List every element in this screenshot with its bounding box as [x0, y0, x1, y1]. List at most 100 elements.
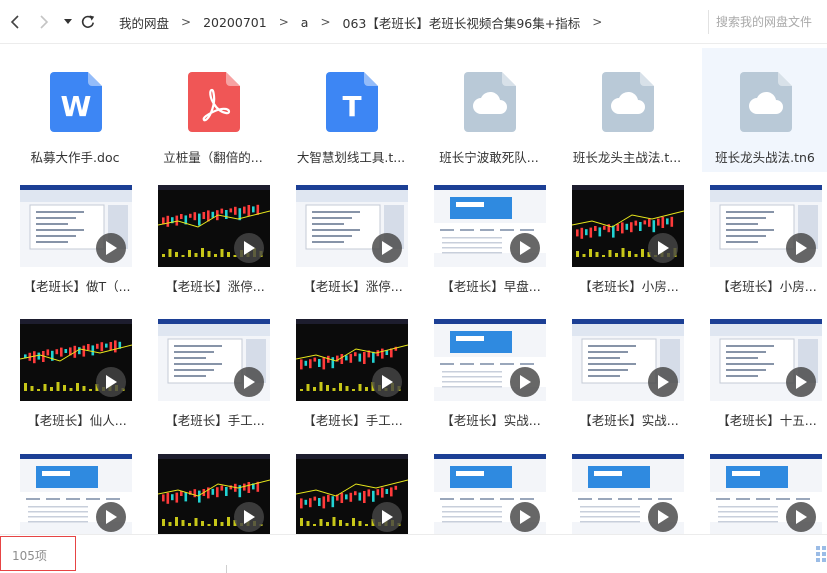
- play-button[interactable]: [372, 233, 402, 263]
- video-tile[interactable]: 【老班长】做T（...: [7, 183, 133, 307]
- play-icon: [382, 241, 393, 255]
- video-tile[interactable]: [7, 452, 133, 534]
- video-thumbnail: [158, 185, 270, 267]
- play-button[interactable]: [786, 367, 816, 397]
- play-icon: [106, 375, 117, 389]
- video-name-label: 【老班长】涨停...: [303, 279, 403, 294]
- file-tile[interactable]: 班长宁波敢死队...: [426, 48, 552, 172]
- video-tile[interactable]: 【老班长】小房...: [559, 183, 685, 307]
- play-icon: [244, 241, 255, 255]
- item-count: 105项: [12, 549, 47, 563]
- video-name-label: 【老班长】早盘...: [441, 279, 541, 294]
- file-tile[interactable]: 班长龙头主战法.t...: [564, 48, 690, 172]
- play-button[interactable]: [510, 367, 540, 397]
- play-icon: [796, 241, 807, 255]
- video-tile[interactable]: 【老班长】实战...: [421, 317, 547, 441]
- play-button[interactable]: [372, 367, 402, 397]
- play-button[interactable]: [372, 502, 402, 532]
- forward-button[interactable]: [34, 11, 54, 33]
- file-tile[interactable]: 立桩量（翻倍的...: [150, 48, 276, 172]
- play-button[interactable]: [648, 233, 678, 263]
- video-tile[interactable]: [421, 452, 547, 534]
- chevron-left-icon: [10, 15, 19, 29]
- video-thumbnail: [710, 185, 822, 267]
- video-tile[interactable]: [697, 452, 823, 534]
- video-thumbnail: [296, 319, 408, 401]
- divider: [226, 565, 227, 573]
- play-button[interactable]: [510, 233, 540, 263]
- video-thumbnail: [158, 454, 270, 534]
- breadcrumb-separator: >: [320, 15, 331, 29]
- play-button[interactable]: [96, 367, 126, 397]
- file-tile[interactable]: 班长龙头战法.tn6: [702, 48, 827, 172]
- video-thumbnail: [434, 319, 546, 401]
- video-tile[interactable]: 【老班长】涨停...: [145, 183, 271, 307]
- refresh-icon: [81, 15, 95, 28]
- video-name-label: 【老班长】实战...: [441, 413, 541, 428]
- cloud-file-icon: [464, 72, 516, 132]
- text-file-icon: T: [326, 72, 378, 132]
- video-tile[interactable]: 【老班长】手工...: [283, 317, 409, 441]
- file-name-label: 大智慧划线工具.t...: [296, 150, 406, 165]
- video-tile[interactable]: [283, 452, 409, 534]
- video-thumbnail: [20, 319, 132, 401]
- breadcrumb-item-20200701[interactable]: 20200701: [196, 15, 274, 30]
- back-button[interactable]: [5, 11, 25, 33]
- video-tile[interactable]: [145, 452, 271, 534]
- video-name-label: 【老班长】十五...: [717, 413, 817, 428]
- search-input[interactable]: [716, 10, 824, 34]
- video-thumbnail: [434, 185, 546, 267]
- video-tile[interactable]: [559, 452, 685, 534]
- video-thumbnail: [20, 454, 132, 534]
- item-count-highlight: 105项: [0, 536, 76, 571]
- play-icon: [520, 241, 531, 255]
- play-button[interactable]: [96, 233, 126, 263]
- video-name-label: 【老班长】实战...: [579, 413, 679, 428]
- svg-text:W: W: [61, 90, 92, 123]
- play-icon: [106, 241, 117, 255]
- video-thumbnail: [710, 319, 822, 401]
- video-tile[interactable]: 【老班长】小房...: [697, 183, 823, 307]
- video-tile[interactable]: 【老班长】早盘...: [421, 183, 547, 307]
- play-button[interactable]: [786, 502, 816, 532]
- play-icon: [658, 375, 669, 389]
- toolbar-divider: [708, 10, 709, 34]
- refresh-button[interactable]: [78, 11, 98, 33]
- breadcrumb-separator: >: [278, 15, 289, 29]
- video-name-label: 【老班长】小房...: [579, 279, 679, 294]
- grid-view-icon[interactable]: [816, 546, 827, 562]
- video-name-label: 【老班长】手工...: [303, 413, 403, 428]
- video-thumbnail: [158, 319, 270, 401]
- svg-text:T: T: [342, 90, 361, 123]
- video-tile[interactable]: 【老班长】仙人...: [7, 317, 133, 441]
- play-button[interactable]: [234, 233, 264, 263]
- file-grid: W 私募大作手.doc 立桩量（翻倍的... T 大智慧划线工具.t... 班长宁波敢死队…: [0, 44, 827, 534]
- video-thumbnail: [296, 454, 408, 534]
- video-name-label: 【老班长】涨停...: [165, 279, 265, 294]
- video-tile[interactable]: 【老班长】手工...: [145, 317, 271, 441]
- breadcrumb-item-a[interactable]: a: [294, 15, 316, 30]
- breadcrumb-item-current-folder[interactable]: 063【老班长】老班长视频合集96集+指标: [336, 13, 588, 32]
- play-icon: [244, 375, 255, 389]
- play-button[interactable]: [648, 367, 678, 397]
- file-name-label: 班长宁波敢死队...: [439, 150, 539, 165]
- play-icon: [382, 510, 393, 524]
- history-dropdown-button[interactable]: [58, 11, 78, 33]
- play-button[interactable]: [510, 502, 540, 532]
- chevron-right-icon: [40, 15, 49, 29]
- breadcrumb-item-my-drive[interactable]: 我的网盘: [112, 13, 176, 32]
- file-tile[interactable]: W 私募大作手.doc: [12, 48, 138, 172]
- video-tile[interactable]: 【老班长】十五...: [697, 317, 823, 441]
- video-thumbnail: [434, 454, 546, 534]
- file-tile[interactable]: T 大智慧划线工具.t...: [288, 48, 414, 172]
- play-button[interactable]: [786, 233, 816, 263]
- file-name-label: 班长龙头战法.tn6: [715, 150, 815, 165]
- video-tile[interactable]: 【老班长】涨停...: [283, 183, 409, 307]
- play-button[interactable]: [234, 502, 264, 532]
- play-button[interactable]: [648, 502, 678, 532]
- play-button[interactable]: [234, 367, 264, 397]
- video-tile[interactable]: 【老班长】实战...: [559, 317, 685, 441]
- play-icon: [520, 375, 531, 389]
- play-button[interactable]: [96, 502, 126, 532]
- play-icon: [796, 510, 807, 524]
